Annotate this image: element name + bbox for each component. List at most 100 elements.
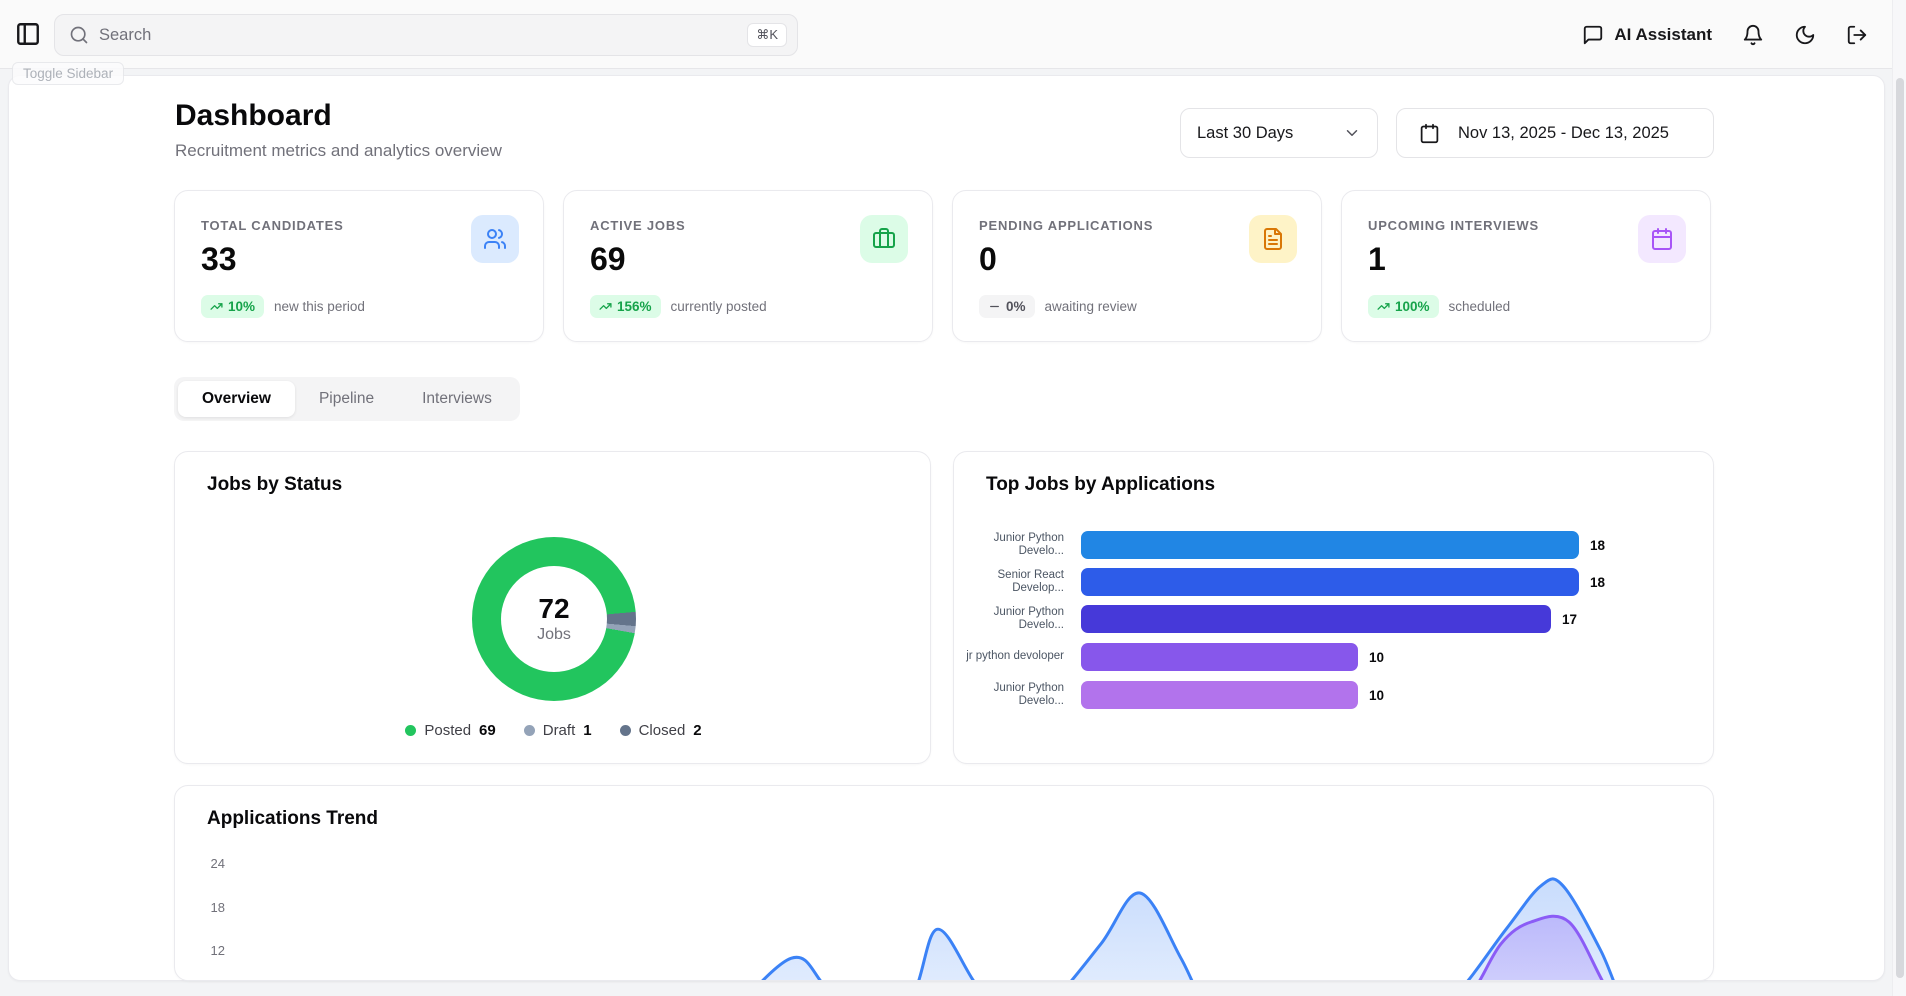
bar-label: Junior Python Develo... xyxy=(954,606,1081,632)
chart-title: Jobs by Status xyxy=(207,474,342,496)
stat-caption: awaiting review xyxy=(1045,299,1137,314)
bar-label: Senior React Develop... xyxy=(954,569,1081,595)
donut-legend: Posted 69 Draft 1 Closed 2 xyxy=(175,722,932,739)
notifications-button[interactable] xyxy=(1742,24,1764,46)
panel-left-icon xyxy=(15,21,41,47)
date-range-value: Nov 13, 2025 - Dec 13, 2025 xyxy=(1458,124,1669,143)
bar-row: Junior Python Develo... 17 xyxy=(954,605,1699,633)
top-jobs-bar xyxy=(1081,643,1358,671)
dashboard-tabs: Overview Pipeline Interviews xyxy=(174,377,520,421)
stat-value: 0 xyxy=(979,241,997,278)
stat-value: 1 xyxy=(1368,241,1386,278)
dark-mode-toggle-button[interactable] xyxy=(1794,24,1816,46)
stat-label: ACTIVE JOBS xyxy=(590,218,685,233)
search-input[interactable] xyxy=(99,26,737,45)
stat-card-active-jobs: ACTIVE JOBS 69 156% currently posted xyxy=(563,190,933,342)
toggle-sidebar-tooltip: Toggle Sidebar xyxy=(12,62,124,85)
trend-badge: 100% xyxy=(1368,295,1439,318)
applications-trend-card: Applications Trend 24 18 12 xyxy=(174,785,1714,981)
search-icon xyxy=(69,25,89,45)
trend-line-0 xyxy=(241,879,1691,981)
legend-item: Closed 2 xyxy=(620,722,702,739)
stat-label: PENDING APPLICATIONS xyxy=(979,218,1153,233)
chat-bubble-icon xyxy=(1582,24,1604,46)
bar-value: 10 xyxy=(1369,650,1384,665)
ai-assistant-label: AI Assistant xyxy=(1614,25,1712,45)
flat-badge: 0% xyxy=(979,295,1035,318)
legend-dot xyxy=(524,725,535,736)
bar-value: 10 xyxy=(1369,688,1384,703)
scrollbar-thumb[interactable] xyxy=(1896,78,1904,978)
stat-caption: new this period xyxy=(274,299,365,314)
donut-total-label: Jobs xyxy=(537,626,571,644)
chart-title: Top Jobs by Applications xyxy=(986,474,1215,496)
trend-badge: 10% xyxy=(201,295,264,318)
legend-item: Posted 69 xyxy=(405,722,495,739)
tab-pipeline[interactable]: Pipeline xyxy=(295,381,398,417)
trending-up-icon xyxy=(210,300,223,313)
bar-label: jr python devoloper xyxy=(954,650,1081,663)
calendar-icon xyxy=(1419,123,1440,144)
legend-item: Draft 1 xyxy=(524,722,592,739)
logout-button[interactable] xyxy=(1846,24,1868,46)
top-jobs-card: Top Jobs by Applications Junior Python D… xyxy=(953,451,1714,764)
stat-card-pending-applications: PENDING APPLICATIONS 0 0% awaiting revie… xyxy=(952,190,1322,342)
bar-row: Junior Python Develo... 10 xyxy=(954,681,1699,709)
trend-chart xyxy=(175,786,1714,981)
moon-icon xyxy=(1794,24,1816,46)
vertical-scrollbar[interactable] xyxy=(1892,0,1906,996)
period-select[interactable]: Last 30 Days xyxy=(1180,108,1378,158)
stat-icon-tile xyxy=(471,215,519,263)
top-jobs-bar xyxy=(1081,605,1551,633)
bell-icon xyxy=(1742,24,1764,46)
legend-dot xyxy=(405,725,416,736)
stat-label: UPCOMING INTERVIEWS xyxy=(1368,218,1539,233)
bar-value: 17 xyxy=(1562,612,1577,627)
donut-total: 72 xyxy=(538,595,569,623)
period-select-value: Last 30 Days xyxy=(1197,124,1293,143)
bar-value: 18 xyxy=(1590,575,1605,590)
search-shortcut-badge: ⌘K xyxy=(747,23,787,47)
stat-card-upcoming-interviews: UPCOMING INTERVIEWS 1 100% scheduled xyxy=(1341,190,1711,342)
topbar-actions: AI Assistant xyxy=(1582,0,1868,69)
legend-dot xyxy=(620,725,631,736)
page-subtitle: Recruitment metrics and analytics overvi… xyxy=(175,141,502,161)
bar-label: Junior Python Develo... xyxy=(954,682,1081,708)
stat-caption: scheduled xyxy=(1449,299,1511,314)
bar-row: Junior Python Develo... 18 xyxy=(954,531,1699,559)
stat-icon-tile xyxy=(860,215,908,263)
bar-value: 18 xyxy=(1590,538,1605,553)
stat-value: 69 xyxy=(590,241,626,278)
search-box[interactable]: ⌘K xyxy=(54,14,798,56)
logout-icon xyxy=(1846,24,1868,46)
date-range-button[interactable]: Nov 13, 2025 - Dec 13, 2025 xyxy=(1396,108,1714,158)
top-jobs-bar xyxy=(1081,681,1358,709)
top-jobs-bar xyxy=(1081,531,1579,559)
jobs-status-donut: 72 Jobs xyxy=(472,537,636,701)
users-icon xyxy=(483,227,507,251)
stat-card-total-candidates: TOTAL CANDIDATES 33 10% new this period xyxy=(174,190,544,342)
page-title: Dashboard xyxy=(175,99,332,133)
ai-assistant-button[interactable]: AI Assistant xyxy=(1582,24,1712,46)
topbar: ⌘K AI Assistant xyxy=(0,0,1892,69)
bar-row: Senior React Develop... 18 xyxy=(954,568,1699,596)
bar-row: jr python devoloper 10 xyxy=(954,643,1699,671)
trending-up-icon xyxy=(1377,300,1390,313)
tab-interviews[interactable]: Interviews xyxy=(398,381,516,417)
jobs-by-status-card: Jobs by Status 72 Jobs Posted 69 Draft 1… xyxy=(174,451,931,764)
tab-overview[interactable]: Overview xyxy=(178,381,295,417)
minus-icon xyxy=(988,300,1001,313)
stat-icon-tile xyxy=(1638,215,1686,263)
calendar-icon xyxy=(1650,227,1674,251)
trend-badge: 156% xyxy=(590,295,661,318)
stat-icon-tile xyxy=(1249,215,1297,263)
chevron-down-icon xyxy=(1343,124,1361,142)
file-text-icon xyxy=(1261,227,1285,251)
stat-caption: currently posted xyxy=(671,299,767,314)
top-jobs-bar xyxy=(1081,568,1579,596)
bar-label: Junior Python Develo... xyxy=(954,532,1081,558)
stat-value: 33 xyxy=(201,241,237,278)
briefcase-icon xyxy=(872,227,896,251)
sidebar-toggle-button[interactable] xyxy=(12,18,44,50)
stat-label: TOTAL CANDIDATES xyxy=(201,218,344,233)
